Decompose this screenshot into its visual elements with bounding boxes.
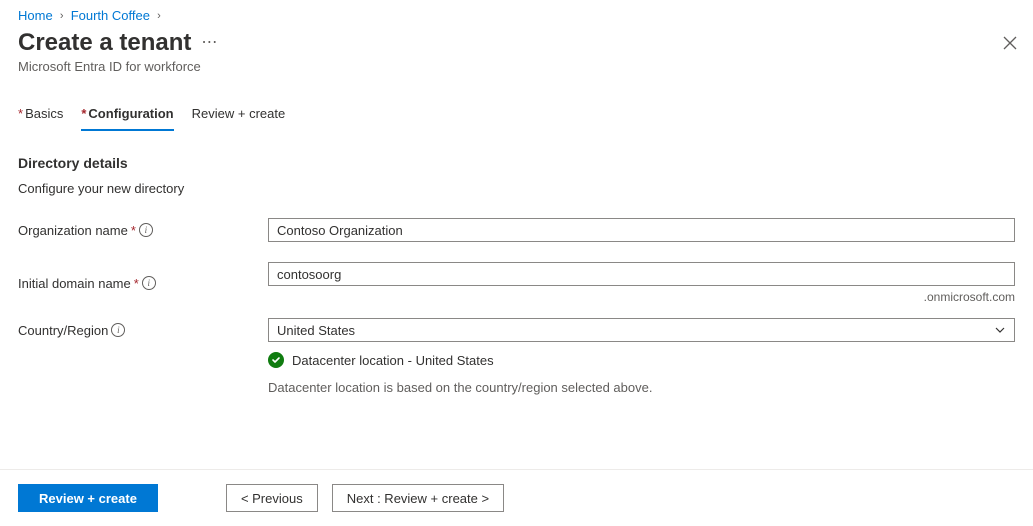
check-circle-icon	[268, 352, 284, 368]
datacenter-location-row: Datacenter location - United States	[268, 352, 1015, 368]
datacenter-note: Datacenter location is based on the coun…	[268, 380, 1015, 395]
breadcrumb: Home › Fourth Coffee ›	[18, 8, 1015, 23]
breadcrumb-fourth-coffee[interactable]: Fourth Coffee	[71, 8, 150, 23]
required-star-icon: *	[81, 106, 86, 121]
next-button[interactable]: Next : Review + create >	[332, 484, 504, 512]
required-star-icon: *	[131, 223, 136, 238]
page-subtitle: Microsoft Entra ID for workforce	[18, 59, 1015, 74]
field-row-organization-name: Organization name * i	[18, 218, 1015, 242]
country-region-select[interactable]: United States	[268, 318, 1015, 342]
tabs: *Basics *Configuration Review + create	[18, 102, 1015, 131]
country-region-label: Country/Region	[18, 323, 108, 338]
chevron-right-icon: ›	[55, 10, 69, 22]
info-icon[interactable]: i	[111, 323, 125, 337]
tab-configuration[interactable]: *Configuration	[81, 102, 173, 131]
organization-name-label: Organization name	[18, 223, 128, 238]
initial-domain-name-input[interactable]	[268, 262, 1015, 286]
more-actions-button[interactable]: ⋯	[201, 35, 217, 51]
section-title: Directory details	[18, 155, 1015, 171]
field-row-initial-domain-name: Initial domain name * i .onmicrosoft.com	[18, 262, 1015, 304]
organization-name-input[interactable]	[268, 218, 1015, 242]
country-region-value: United States	[277, 323, 355, 338]
info-icon[interactable]: i	[139, 223, 153, 237]
tab-basics[interactable]: *Basics	[18, 102, 63, 131]
field-row-country-region: Country/Region i United States	[18, 318, 1015, 342]
domain-suffix-label: .onmicrosoft.com	[268, 290, 1015, 304]
breadcrumb-home[interactable]: Home	[18, 8, 53, 23]
required-star-icon: *	[18, 106, 23, 121]
previous-button[interactable]: < Previous	[226, 484, 318, 512]
info-icon[interactable]: i	[142, 276, 156, 290]
close-button[interactable]	[1003, 36, 1017, 50]
footer: Review + create < Previous Next : Review…	[0, 469, 1033, 512]
review-create-button[interactable]: Review + create	[18, 484, 158, 512]
tab-review-label: Review + create	[192, 106, 286, 121]
initial-domain-name-label: Initial domain name	[18, 276, 131, 291]
datacenter-location-text: Datacenter location - United States	[292, 353, 494, 368]
section-description: Configure your new directory	[18, 181, 1015, 196]
chevron-right-icon: ›	[152, 10, 166, 22]
tab-configuration-label: Configuration	[88, 106, 173, 121]
chevron-down-icon	[994, 324, 1006, 336]
tab-review-create[interactable]: Review + create	[192, 102, 286, 131]
page-title: Create a tenant	[18, 29, 191, 57]
tab-basics-label: Basics	[25, 106, 63, 121]
required-star-icon: *	[134, 276, 139, 291]
